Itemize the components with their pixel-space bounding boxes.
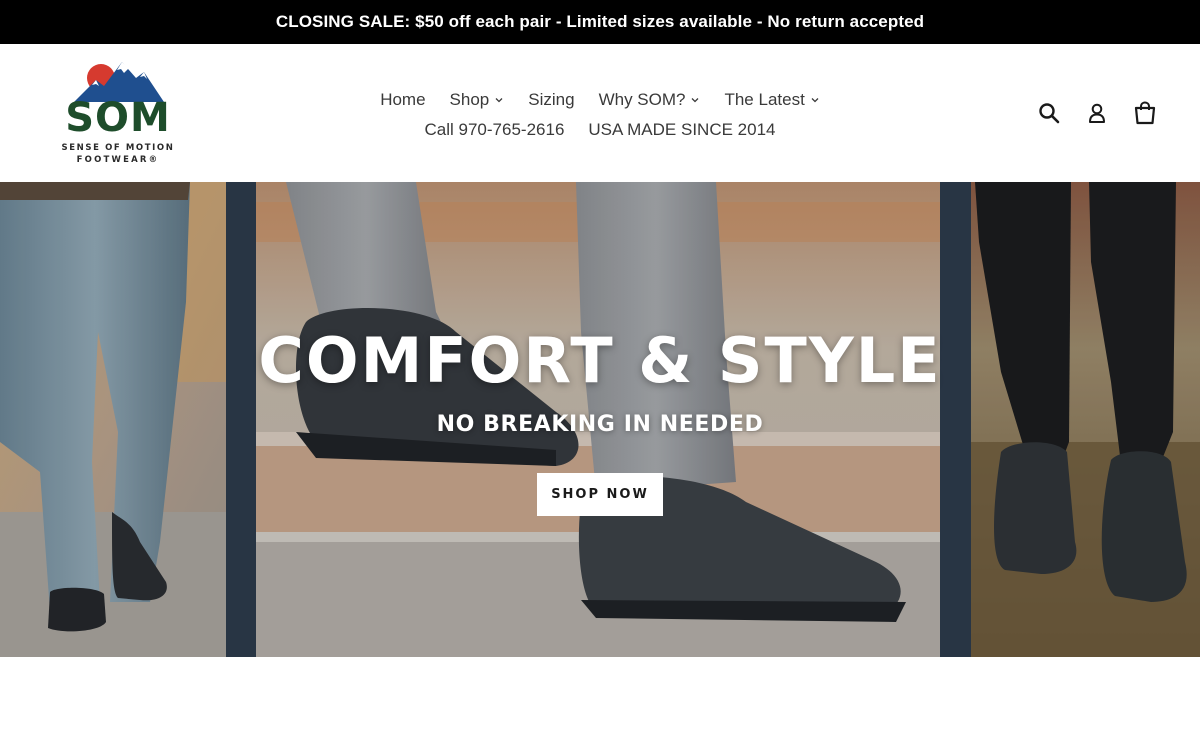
page-content-area [0,657,1200,740]
nav-item-sizing[interactable]: Sizing [528,90,574,110]
nav-item-label: The Latest [724,90,805,109]
account-icon[interactable] [1084,100,1110,126]
nav-item-the-latest[interactable]: The Latest [724,90,819,110]
shop-now-button[interactable]: SHOP NOW [537,473,663,516]
chevron-down-icon [690,95,700,105]
hero-subtitle: NO BREAKING IN NEEDED [436,412,764,437]
header-tools [1036,100,1158,126]
chevron-down-icon [810,95,820,105]
hero-title: COMFORT & STYLE [258,324,942,397]
nav-item-home[interactable]: Home [380,90,425,110]
logo-wordmark: SOM [65,95,171,141]
nav-item-shop[interactable]: Shop [450,90,505,110]
cart-icon[interactable] [1132,100,1158,126]
logo-tagline-footwear: FOOTWEAR® [76,155,160,165]
logo-tagline: SENSE OF MOTION [61,143,175,153]
nav-item-usa-made[interactable]: USA MADE SINCE 2014 [588,120,775,140]
announcement-bar: CLOSING SALE: $50 off each pair - Limite… [0,0,1200,44]
nav-item-label: Sizing [528,90,575,109]
nav-item-call[interactable]: Call 970-765-2616 [425,120,565,140]
nav-item-why-som[interactable]: Why SOM? [599,90,701,110]
nav-primary-row: Home Shop Sizing Why SOM? The Latest [300,86,900,114]
nav-secondary-row: Call 970-765-2616 USA MADE SINCE 2014 [300,116,900,144]
site-logo[interactable]: SOM SENSE OF MOTION FOOTWEAR® [54,58,184,170]
announcement-text: CLOSING SALE: $50 off each pair - Limite… [275,12,925,31]
hero-content: COMFORT & STYLE NO BREAKING IN NEEDED SH… [0,182,1200,657]
nav-item-label: Home [380,90,426,109]
nav-item-label: Shop [449,90,490,109]
main-nav: Home Shop Sizing Why SOM? The Latest Cal… [300,86,900,144]
site-header: SOM SENSE OF MOTION FOOTWEAR® Home Shop … [0,44,1200,182]
nav-item-label: Why SOM? [598,90,686,109]
hero-banner: COMFORT & STYLE NO BREAKING IN NEEDED SH… [0,182,1200,657]
search-icon[interactable] [1036,100,1062,126]
chevron-down-icon [494,95,504,105]
